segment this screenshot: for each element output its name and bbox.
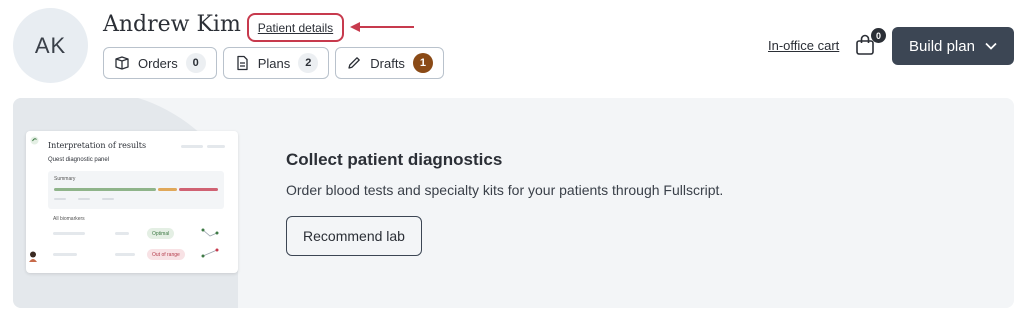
tab-drafts[interactable]: Drafts 1 [335,47,444,79]
banner-title: Collect patient diagnostics [286,150,503,169]
diagnostics-banner: Interpretation of results Quest diagnost… [13,98,1014,308]
build-plan-button[interactable]: Build plan [892,27,1014,65]
recommend-lab-button[interactable]: Recommend lab [286,216,422,256]
trend-icon [201,248,219,258]
trend-icon [201,228,219,237]
preview-subtitle: Quest diagnostic panel [48,157,110,163]
record-tabs: Orders 0 Plans 2 Drafts 1 [103,47,444,79]
preview-header-lines [181,145,225,148]
preview-summary: Summary [48,171,224,209]
tab-drafts-label: Drafts [370,55,405,71]
in-office-cart-link[interactable]: In-office cart [768,38,839,53]
preview-summary-label: Summary [54,176,76,182]
tab-drafts-count: 1 [412,53,433,73]
preview-biomarkers-label: All biomarkers [53,216,85,222]
avatar-initials: AK [34,32,67,58]
patient-details-link[interactable]: Patient details [258,21,333,35]
leaf-icon [30,136,39,145]
tab-orders-label: Orders [138,55,178,71]
person-icon [29,251,37,262]
tab-orders[interactable]: Orders 0 [103,47,217,79]
out-of-range-badge: Out of range [147,249,185,260]
document-icon [237,55,248,71]
optimal-badge: Optimal [147,228,175,239]
avatar: AK [13,8,88,83]
tab-plans-count: 2 [298,53,319,73]
lab-results-preview: Interpretation of results Quest diagnost… [26,131,238,273]
box-icon [115,56,129,70]
banner-description: Order blood tests and specialty kits for… [286,182,724,198]
preview-title: Interpretation of results [48,141,147,150]
summary-bar [54,188,218,200]
tab-orders-count: 0 [185,53,206,73]
tab-plans[interactable]: Plans 2 [222,47,330,79]
biomarker-row-lines [53,232,135,256]
patient-details-highlight: Patient details [247,13,344,42]
tab-plans-label: Plans [257,55,291,71]
cart-count-badge: 0 [871,28,886,43]
build-plan-label: Build plan [909,37,975,55]
recommend-lab-label: Recommend lab [303,228,405,244]
pencil-icon [348,57,361,69]
patient-name: Andrew Kim [103,12,241,37]
chevron-down-icon [985,42,997,50]
arrow-left-icon [350,22,414,32]
